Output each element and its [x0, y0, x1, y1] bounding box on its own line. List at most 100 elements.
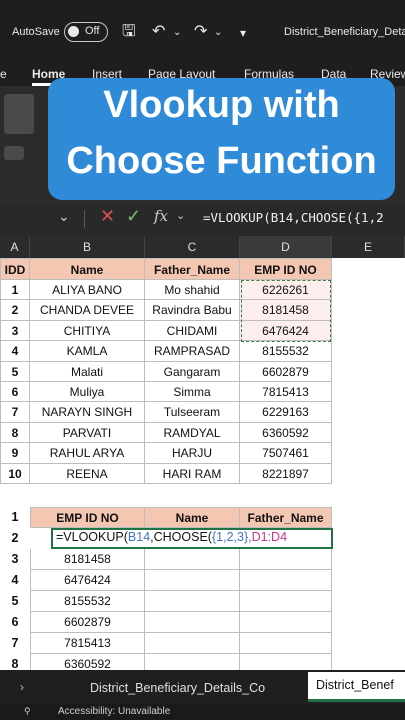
row-number[interactable]: 7 [0, 633, 30, 654]
table2-header-father-name[interactable]: Father_Name [240, 507, 332, 528]
undo-dropdown-icon[interactable]: ⌄ [173, 23, 181, 43]
cell-emp-id[interactable]: 8155532 [30, 591, 145, 612]
cell-father-name[interactable]: Tulseeram [145, 402, 240, 423]
cell-name-empty[interactable] [145, 633, 240, 654]
column-header-c[interactable]: C [145, 236, 240, 258]
column-header-d[interactable]: D [240, 236, 332, 258]
cell-name[interactable]: PARVATI [30, 422, 145, 444]
cell-name[interactable]: ALIYA BANO [30, 280, 145, 301]
cell-father-name[interactable]: RAMPRASAD [145, 341, 240, 362]
table2-header-name[interactable]: Name [145, 507, 240, 528]
cell-father-name[interactable]: Gangaram [145, 361, 240, 382]
cancel-entry-icon[interactable]: ✕ [100, 206, 115, 227]
cell-name-empty[interactable] [145, 570, 240, 591]
formula-array-constant: {1,2,3}, [211, 530, 252, 544]
cell-emp-id[interactable]: 8221897 [240, 463, 332, 484]
customize-toolbar-icon[interactable]: ▾ [240, 23, 246, 43]
cell-father-name[interactable]: Simma [145, 382, 240, 403]
row-number[interactable]: 1 [0, 507, 30, 528]
autosave-toggle[interactable]: Off [64, 22, 108, 42]
cell-idd[interactable]: 3 [0, 320, 30, 342]
save-icon[interactable]: 🖫 [122, 22, 136, 42]
cell-name-empty[interactable] [145, 591, 240, 612]
cell-name-empty[interactable] [145, 612, 240, 633]
formula-ref-range: D1:D4 [251, 530, 288, 544]
cell-father-name[interactable]: HARJU [145, 443, 240, 464]
row-number[interactable]: 2 [0, 528, 30, 549]
cell-father-name[interactable]: CHIDAMI [145, 320, 240, 342]
cell-idd[interactable]: 1 [0, 280, 30, 301]
cell-father-name-empty[interactable] [240, 570, 332, 591]
undo-icon[interactable]: ↶ [152, 22, 165, 42]
cell-name[interactable]: REENA [30, 463, 145, 484]
row-number[interactable]: 5 [0, 591, 30, 612]
workbook-filename: District_Beneficiary_Deta [284, 26, 405, 38]
table1-header-father-name[interactable]: Father_Name [145, 258, 240, 280]
cell-formula-editing[interactable]: =VLOOKUP(B14,CHOOSE({1,2,3},D1:D4 [56, 530, 287, 544]
formula-input[interactable]: =VLOOKUP(B14,CHOOSE({1,2 [203, 210, 405, 225]
row-number[interactable]: 3 [0, 549, 30, 570]
cell-idd[interactable]: 2 [0, 300, 30, 321]
paste-icon[interactable] [4, 94, 34, 134]
redo-icon[interactable]: ↷ [194, 22, 207, 42]
cell-emp-id[interactable]: 8181458 [30, 549, 145, 570]
cell-idd[interactable]: 8 [0, 422, 30, 444]
redo-dropdown-icon[interactable]: ⌄ [214, 23, 222, 43]
cell-name[interactable]: KAMLA [30, 341, 145, 362]
cell-name[interactable]: NARAYN SINGH [30, 402, 145, 423]
cell-father-name-empty[interactable] [240, 591, 332, 612]
cell-father-name[interactable]: Ravindra Babu [145, 300, 240, 321]
cell-father-name-empty[interactable] [240, 549, 332, 570]
cell-idd[interactable]: 4 [0, 341, 30, 362]
cell-emp-id[interactable]: 7507461 [240, 443, 332, 464]
table1-header-emp-id[interactable]: EMP ID NO [240, 258, 332, 280]
row-number[interactable]: 6 [0, 612, 30, 633]
status-bar: ⚲ Accessibility: Unavailable [0, 704, 405, 720]
cell-emp-id[interactable]: 8155532 [240, 341, 332, 362]
cell-father-name[interactable]: Mo shahid [145, 280, 240, 301]
cell-father-name-empty[interactable] [240, 633, 332, 654]
accessibility-status[interactable]: Accessibility: Unavailable [58, 706, 170, 717]
column-header-a[interactable]: A [0, 236, 30, 258]
table1-header-idd[interactable]: IDD [0, 258, 30, 280]
clipboard-icon[interactable] [4, 146, 24, 160]
name-box-dropdown-icon[interactable]: ⌄ [58, 208, 70, 225]
column-header-e[interactable]: E [332, 236, 405, 258]
column-header-b[interactable]: B [30, 236, 145, 258]
cell-father-name[interactable]: HARI RAM [145, 463, 240, 484]
cell-emp-id[interactable]: 7815413 [240, 382, 332, 403]
enter-entry-icon[interactable]: ✓ [126, 206, 141, 227]
cell-father-name[interactable]: RAMDYAL [145, 422, 240, 444]
cell-name-empty[interactable] [145, 549, 240, 570]
cell-idd[interactable]: 9 [0, 443, 30, 464]
table2-header-emp-id[interactable]: EMP ID NO [30, 507, 145, 528]
cell-father-name-empty[interactable] [240, 612, 332, 633]
cell-emp-id[interactable]: 6602879 [30, 612, 145, 633]
row-number[interactable]: 4 [0, 570, 30, 591]
cell-emp-id[interactable]: 6602879 [240, 361, 332, 382]
column-headers: A B C D E [0, 236, 405, 258]
cell-name[interactable]: Malati [30, 361, 145, 382]
cell-idd[interactable]: 7 [0, 402, 30, 423]
cell-idd[interactable]: 6 [0, 382, 30, 403]
cell-emp-id[interactable]: 7815413 [30, 633, 145, 654]
tab-file[interactable]: e [0, 67, 7, 81]
cell-name[interactable]: RAHUL ARYA [30, 443, 145, 464]
cell-idd[interactable]: 10 [0, 463, 30, 484]
cell-name[interactable]: CHANDA DEVEE [30, 300, 145, 321]
scroll-sheets-left-icon[interactable]: › [20, 680, 24, 694]
cell-name[interactable]: CHITIYA [30, 320, 145, 342]
accessibility-icon: ⚲ [24, 706, 31, 716]
sheet-tab-1[interactable]: District_Beneficiary_Details_Co [90, 681, 265, 695]
sheet-tab-2-active[interactable]: District_Benef [308, 672, 405, 702]
insert-function-dropdown-icon[interactable]: ⌄ [176, 209, 185, 222]
spreadsheet-grid[interactable]: IDD Name Father_Name EMP ID NO 1 ALIYA BA… [0, 258, 405, 675]
cell-idd[interactable]: 5 [0, 361, 30, 382]
cell-name[interactable]: Muliya [30, 382, 145, 403]
cell-emp-id[interactable]: 6360592 [240, 422, 332, 444]
autosave-label: AutoSave [12, 26, 60, 38]
cell-emp-id[interactable]: 6229163 [240, 402, 332, 423]
table1-header-name[interactable]: Name [30, 258, 145, 280]
insert-function-icon[interactable]: fx [154, 207, 168, 225]
cell-emp-id[interactable]: 6476424 [30, 570, 145, 591]
